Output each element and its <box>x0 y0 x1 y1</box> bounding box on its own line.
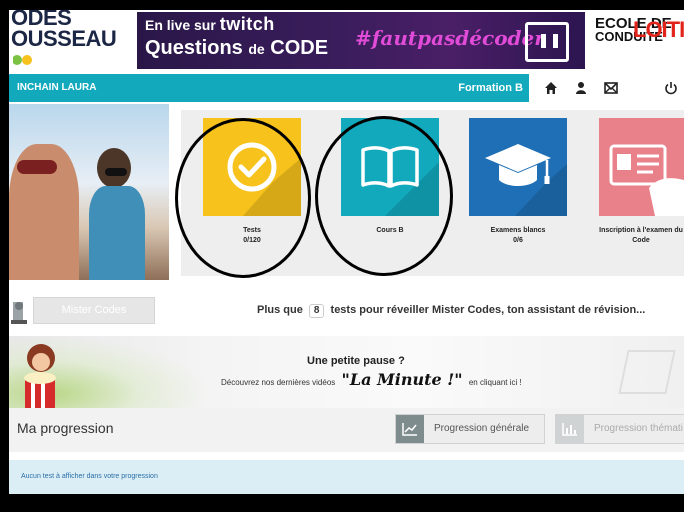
top-nav: INCHAIN LAURA Formation B <box>9 74 684 102</box>
mister-codes-text-after: tests pour réveiller Mister Codes, ton a… <box>330 304 646 316</box>
home-icon[interactable] <box>543 80 559 96</box>
tile-examens-count: 0/6 <box>513 237 523 244</box>
progression-section: Ma progression Progression générale Prog… <box>9 408 684 452</box>
banner-line2: Questions de CODE <box>145 36 328 61</box>
ecole-conduite-logo[interactable]: ECOLE DE CONDUITE LOITIER <box>589 12 684 69</box>
tile-inscription[interactable] <box>599 118 684 216</box>
graduation-cap-icon <box>485 144 567 216</box>
tile-inscription-label: Inscription à l'examen du Code <box>599 227 683 244</box>
formation-link[interactable]: Formation B <box>458 82 523 94</box>
la-minute-brand: "La Minute !" <box>341 370 463 389</box>
progression-title: Ma progression <box>17 420 114 436</box>
progression-generale-button[interactable]: Progression générale <box>395 414 545 444</box>
pause-text-before: Découvrez nos dernières vidéos <box>221 378 336 387</box>
banner-prefix: En live sur <box>145 17 216 33</box>
header: ODES OUSSEAU En live sur twitch Question… <box>9 10 684 72</box>
la-minute-banner[interactable]: Une petite pause ? Découvrez nos dernièr… <box>9 336 684 408</box>
popcorn-girl-illustration <box>24 344 56 408</box>
banner-questions: Questions <box>145 37 243 59</box>
nav-icon-group <box>529 74 684 102</box>
nav-bar: INCHAIN LAURA Formation B <box>9 74 529 102</box>
mister-codes-text-before: Plus que <box>257 304 303 316</box>
pause-text-after: en cliquant ici ! <box>468 378 522 387</box>
id-card-icon <box>609 144 684 216</box>
pause-text: Découvrez nos dernières vidéos "La Minut… <box>221 372 522 390</box>
banner-hashtag: #fautpasdécoder <box>355 26 545 50</box>
logo-left-line2: OUSSEAU <box>11 26 117 51</box>
tile-examens[interactable] <box>469 118 567 216</box>
annotation-circle-cours <box>315 116 453 276</box>
banner-line1: En live sur twitch <box>145 14 275 34</box>
mister-codes-count: 8 <box>308 304 325 318</box>
mister-codes-message: Plus que 8 tests pour réveiller Mister C… <box>257 303 645 318</box>
banner-code: CODE <box>270 37 329 59</box>
banner-de: de <box>248 41 265 57</box>
progression-generale-label: Progression générale <box>434 423 530 434</box>
line-chart-icon <box>396 415 424 443</box>
twitch-logo-icon <box>525 22 569 62</box>
user-icon[interactable] <box>573 80 589 96</box>
hero-photo <box>9 104 169 280</box>
progression-thematique-button[interactable]: Progression thémati <box>555 414 684 444</box>
bar-chart-icon <box>556 415 584 443</box>
screen-frame: ODES OUSSEAU En live sur twitch Question… <box>0 0 684 512</box>
mail-icon[interactable] <box>603 80 619 96</box>
mister-codes-button[interactable]: Mister Codes <box>33 297 155 324</box>
user-name: INCHAIN LAURA <box>17 82 97 93</box>
annotation-circle-tests <box>175 118 311 278</box>
codes-rousseau-logo[interactable]: ODES OUSSEAU <box>9 10 127 68</box>
pause-title: Une petite pause ? <box>307 355 405 367</box>
progression-thematique-label: Progression thémati <box>594 423 683 434</box>
logo-right-brand: LOITIER <box>633 17 684 42</box>
mister-codes-mascot-icon <box>11 302 27 324</box>
mister-codes-row: Mister Codes Plus que 8 tests pour révei… <box>9 296 684 326</box>
twitch-banner[interactable]: En live sur twitch Questions de CODE #fa… <box>137 12 585 69</box>
film-strip-icon <box>618 350 676 394</box>
progression-empty-state: Aucun test à afficher dans votre progres… <box>9 460 684 494</box>
logo-dots-icon <box>13 55 32 65</box>
tile-examens-caption: Examens blancs 0/6 <box>463 226 573 246</box>
screen-bottom-border <box>0 494 684 512</box>
power-icon[interactable] <box>663 80 679 96</box>
app-window: ODES OUSSEAU En live sur twitch Question… <box>9 10 684 512</box>
tile-inscription-caption: Inscription à l'examen du Code <box>591 226 684 246</box>
tile-examens-label: Examens blancs <box>490 227 546 234</box>
empty-message: Aucun test à afficher dans votre progres… <box>21 473 158 480</box>
banner-twitch-brand: twitch <box>219 14 275 34</box>
